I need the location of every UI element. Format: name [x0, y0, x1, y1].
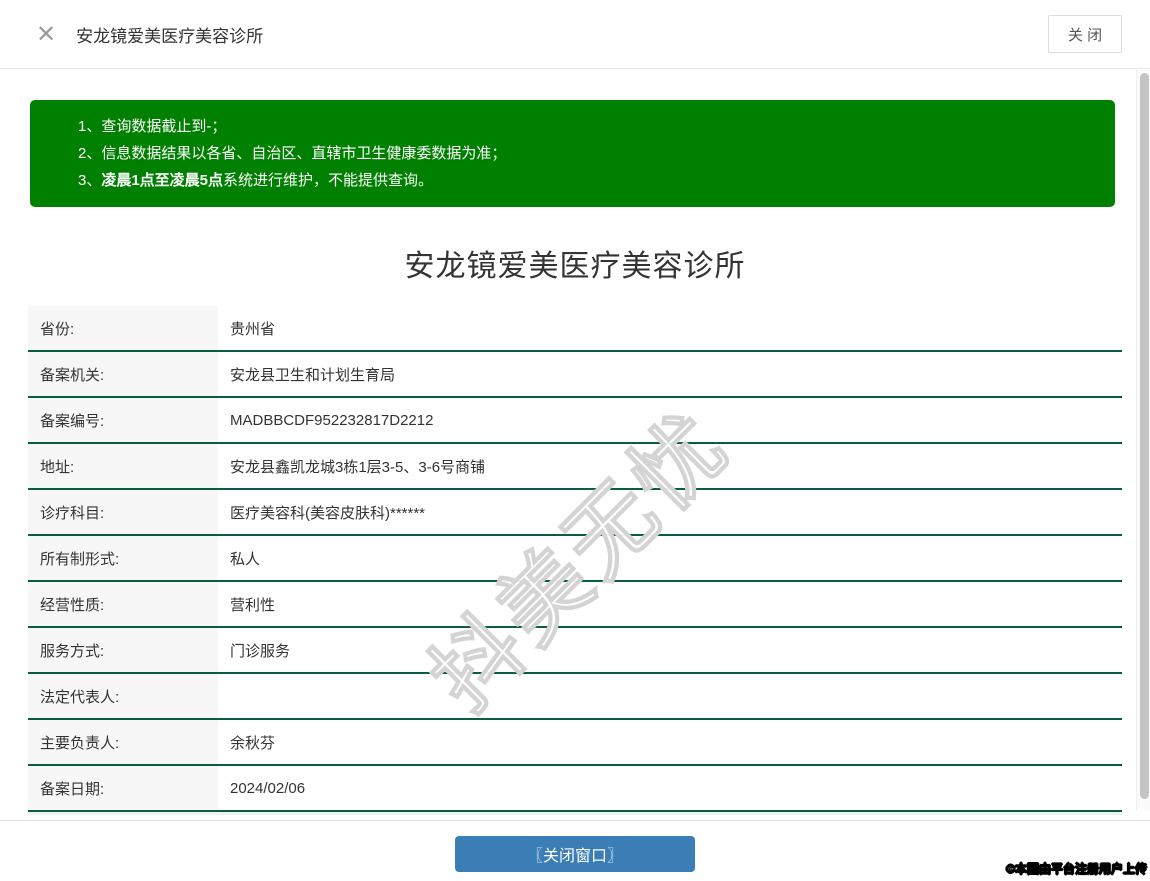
table-row: 备案编号: MADBBCDF952232817D2212: [28, 398, 1122, 444]
row-label: 备案编号:: [28, 398, 218, 442]
close-x-icon[interactable]: ✕: [36, 22, 56, 46]
notice-box: 1、查询数据截止到-； 2、信息数据结果以各省、自治区、直辖市卫生健康委数据为准；…: [30, 100, 1115, 207]
notice-line: 3、凌晨1点至凌晨5点系统进行维护，不能提供查询。: [78, 172, 434, 189]
row-label: 所有制形式:: [28, 536, 218, 580]
table-row: 省份: 贵州省: [28, 306, 1122, 352]
row-value: 医疗美容科(美容皮肤科)******: [218, 490, 1122, 534]
scrollbar-thumb[interactable]: [1140, 73, 1149, 799]
info-table: 省份: 贵州省 备案机关: 安龙县卫生和计划生育局 备案编号: MADBBCDF95223…: [28, 306, 1122, 812]
top-bar: ✕ 安龙镜爱美医疗美容诊所 关 闭: [0, 0, 1150, 69]
table-row: 备案日期: 2024/02/06: [28, 766, 1122, 812]
row-value: 营利性: [218, 582, 1122, 626]
table-row: 所有制形式: 私人: [28, 536, 1122, 582]
table-row: 服务方式: 门诊服务: [28, 628, 1122, 674]
table-row: 诊疗科目: 医疗美容科(美容皮肤科)******: [28, 490, 1122, 536]
page-title: 安龙镜爱美医疗美容诊所: [404, 250, 746, 283]
row-label: 诊疗科目:: [28, 490, 218, 534]
notice-line: 2、信息数据结果以各省、自治区、直辖市卫生健康委数据为准；: [78, 145, 507, 162]
scroll-area: 1、查询数据截止到-； 2、信息数据结果以各省、自治区、直辖市卫生健康委数据为准；…: [0, 100, 1150, 812]
clinic-record-page: ✕ 安龙镜爱美医疗美容诊所 关 闭 1、查询数据截止到-； 2、信息数据结果以各省…: [0, 0, 1150, 881]
row-value: 贵州省: [218, 306, 1122, 350]
row-value: 2024/02/06: [218, 766, 1122, 810]
row-value: 安龙县卫生和计划生育局: [218, 352, 1122, 396]
close-button[interactable]: 关 闭: [1048, 15, 1122, 53]
row-label: 经营性质:: [28, 582, 218, 626]
copyright-watermark: ©本图由平台注册用户上传: [1006, 862, 1148, 877]
table-row: 法定代表人:: [28, 674, 1122, 720]
table-row: 经营性质: 营利性: [28, 582, 1122, 628]
row-label: 法定代表人:: [28, 674, 218, 718]
window-title: 安龙镜爱美医疗美容诊所: [76, 26, 264, 46]
table-row: 主要负责人: 余秋芬: [28, 720, 1122, 766]
row-label: 地址:: [28, 444, 218, 488]
row-value: [218, 674, 1122, 718]
row-value: 余秋芬: [218, 720, 1122, 764]
row-value: MADBBCDF952232817D2212: [218, 398, 1122, 442]
row-label: 省份:: [28, 306, 218, 350]
row-value: 门诊服务: [218, 628, 1122, 672]
table-row: 备案机关: 安龙县卫生和计划生育局: [28, 352, 1122, 398]
row-label: 服务方式:: [28, 628, 218, 672]
row-value: 安龙县鑫凯龙城3栋1层3-5、3-6号商铺: [218, 444, 1122, 488]
scrollbar-track[interactable]: [1136, 70, 1150, 810]
row-label: 备案日期:: [28, 766, 218, 810]
row-label: 主要负责人:: [28, 720, 218, 764]
footer-bar: 〖关闭窗口〗: [0, 820, 1150, 881]
close-window-button[interactable]: 〖关闭窗口〗: [455, 836, 695, 872]
row-label: 备案机关:: [28, 352, 218, 396]
table-row: 地址: 安龙县鑫凯龙城3栋1层3-5、3-6号商铺: [28, 444, 1122, 490]
row-value: 私人: [218, 536, 1122, 580]
notice-line: 1、查询数据截止到-；: [78, 118, 227, 135]
